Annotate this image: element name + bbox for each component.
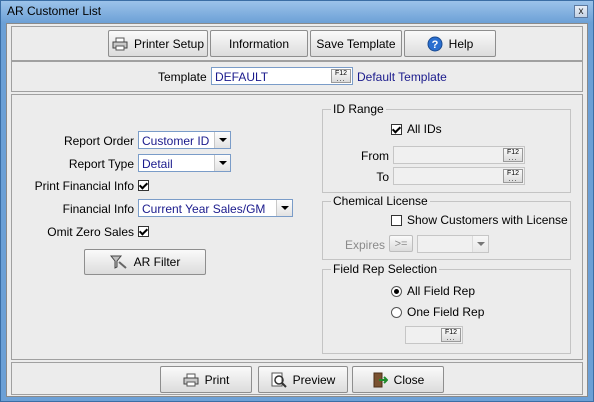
template-description: Default Template [357, 70, 447, 84]
one-field-rep-label: One Field Rep [407, 305, 485, 319]
footer-panel: Print Preview Close [11, 362, 583, 395]
financial-info-value: Current Year Sales/GM [142, 202, 266, 216]
financial-info-label: Financial Info [62, 202, 134, 216]
window-title: AR Customer List [7, 4, 102, 18]
field-rep-f12-button[interactable]: F12... [441, 328, 461, 342]
id-range-group: ID Range All IDs From F12... To F12... [322, 102, 571, 193]
id-from-input[interactable]: F12... [393, 146, 525, 164]
preview-label: Preview [292, 372, 336, 387]
print-label: Print [204, 372, 230, 387]
expires-label: Expires [344, 238, 385, 252]
report-order-value: Customer ID [142, 134, 210, 148]
one-field-rep-radio[interactable] [391, 307, 402, 318]
expires-date-select[interactable] [417, 235, 489, 253]
close-button[interactable]: Close [352, 366, 444, 393]
exit-icon [373, 372, 388, 387]
information-label: Information [228, 36, 290, 51]
financial-info-select[interactable]: Current Year Sales/GM [138, 199, 293, 217]
chevron-down-icon[interactable] [214, 132, 230, 148]
close-label: Close [393, 372, 425, 387]
client-area: Printer Setup Information Save Template … [6, 23, 588, 397]
help-button[interactable]: ? Help [404, 30, 496, 57]
save-template-button[interactable]: Save Template [310, 30, 402, 57]
field-rep-input[interactable]: F12... [405, 326, 463, 344]
all-field-rep-radio[interactable] [391, 286, 402, 297]
omit-zero-checkbox[interactable] [138, 226, 149, 237]
filter-icon [109, 255, 127, 269]
printer-icon [183, 373, 199, 386]
all-field-rep-label: All Field Rep [407, 284, 476, 298]
printer-setup-label: Printer Setup [133, 36, 205, 51]
id-from-f12-button[interactable]: F12... [503, 148, 523, 162]
report-order-select[interactable]: Customer ID [138, 131, 231, 149]
save-template-label: Save Template [316, 36, 396, 51]
report-type-value: Detail [142, 157, 173, 171]
field-rep-group: Field Rep Selection All Field Rep One Fi… [322, 262, 571, 354]
help-label: Help [448, 36, 474, 51]
window-close-button[interactable]: x [574, 5, 588, 18]
id-to-f12-button[interactable]: F12... [503, 169, 523, 183]
information-button[interactable]: Information [210, 30, 308, 57]
preview-button[interactable]: Preview [258, 366, 348, 393]
report-type-select[interactable]: Detail [138, 154, 231, 172]
all-ids-checkbox[interactable] [391, 124, 402, 135]
expires-compare-value: >= [394, 237, 408, 250]
to-label: To [376, 170, 389, 184]
chemical-license-title: Chemical License [331, 194, 430, 208]
template-f12-button[interactable]: F12... [331, 69, 351, 83]
id-range-title: ID Range [331, 102, 386, 116]
template-input-value: DEFAULT [215, 70, 269, 84]
report-order-label: Report Order [63, 134, 134, 148]
print-button[interactable]: Print [160, 366, 252, 393]
chevron-down-icon[interactable] [276, 200, 292, 216]
print-financial-label: Print Financial Info [34, 179, 134, 193]
chevron-down-icon[interactable] [472, 236, 488, 252]
window: AR Customer List x Printer Setup Informa… [0, 0, 594, 402]
printer-setup-button[interactable]: Printer Setup [108, 30, 208, 57]
from-label: From [361, 149, 389, 163]
omit-zero-label: Omit Zero Sales [47, 225, 134, 239]
template-input[interactable]: DEFAULT F12... [211, 67, 353, 85]
preview-icon [271, 372, 287, 388]
all-ids-label: All IDs [407, 122, 442, 136]
template-panel: Template DEFAULT F12... Default Template [11, 61, 583, 92]
id-to-input[interactable]: F12... [393, 167, 525, 185]
options-panel: Report Order Customer ID Report Type Det… [11, 94, 583, 360]
print-financial-checkbox[interactable] [138, 180, 149, 191]
title-bar[interactable]: AR Customer List x [1, 1, 593, 23]
field-rep-title: Field Rep Selection [331, 262, 440, 276]
report-type-label: Report Type [68, 157, 134, 171]
ar-filter-label: AR Filter [133, 255, 181, 269]
help-icon: ? [427, 36, 443, 51]
expires-compare-button[interactable]: >= [389, 235, 413, 252]
toolbar-panel: Printer Setup Information Save Template … [11, 26, 583, 61]
ar-filter-button[interactable]: AR Filter [84, 249, 206, 275]
show-license-checkbox[interactable] [391, 215, 402, 226]
chemical-license-group: Chemical License Show Customers with Lic… [322, 194, 571, 260]
printer-icon [112, 37, 128, 50]
svg-text:?: ? [431, 39, 438, 51]
show-license-label: Show Customers with License [407, 213, 568, 227]
template-label: Template [158, 70, 207, 84]
chevron-down-icon[interactable] [214, 155, 230, 171]
